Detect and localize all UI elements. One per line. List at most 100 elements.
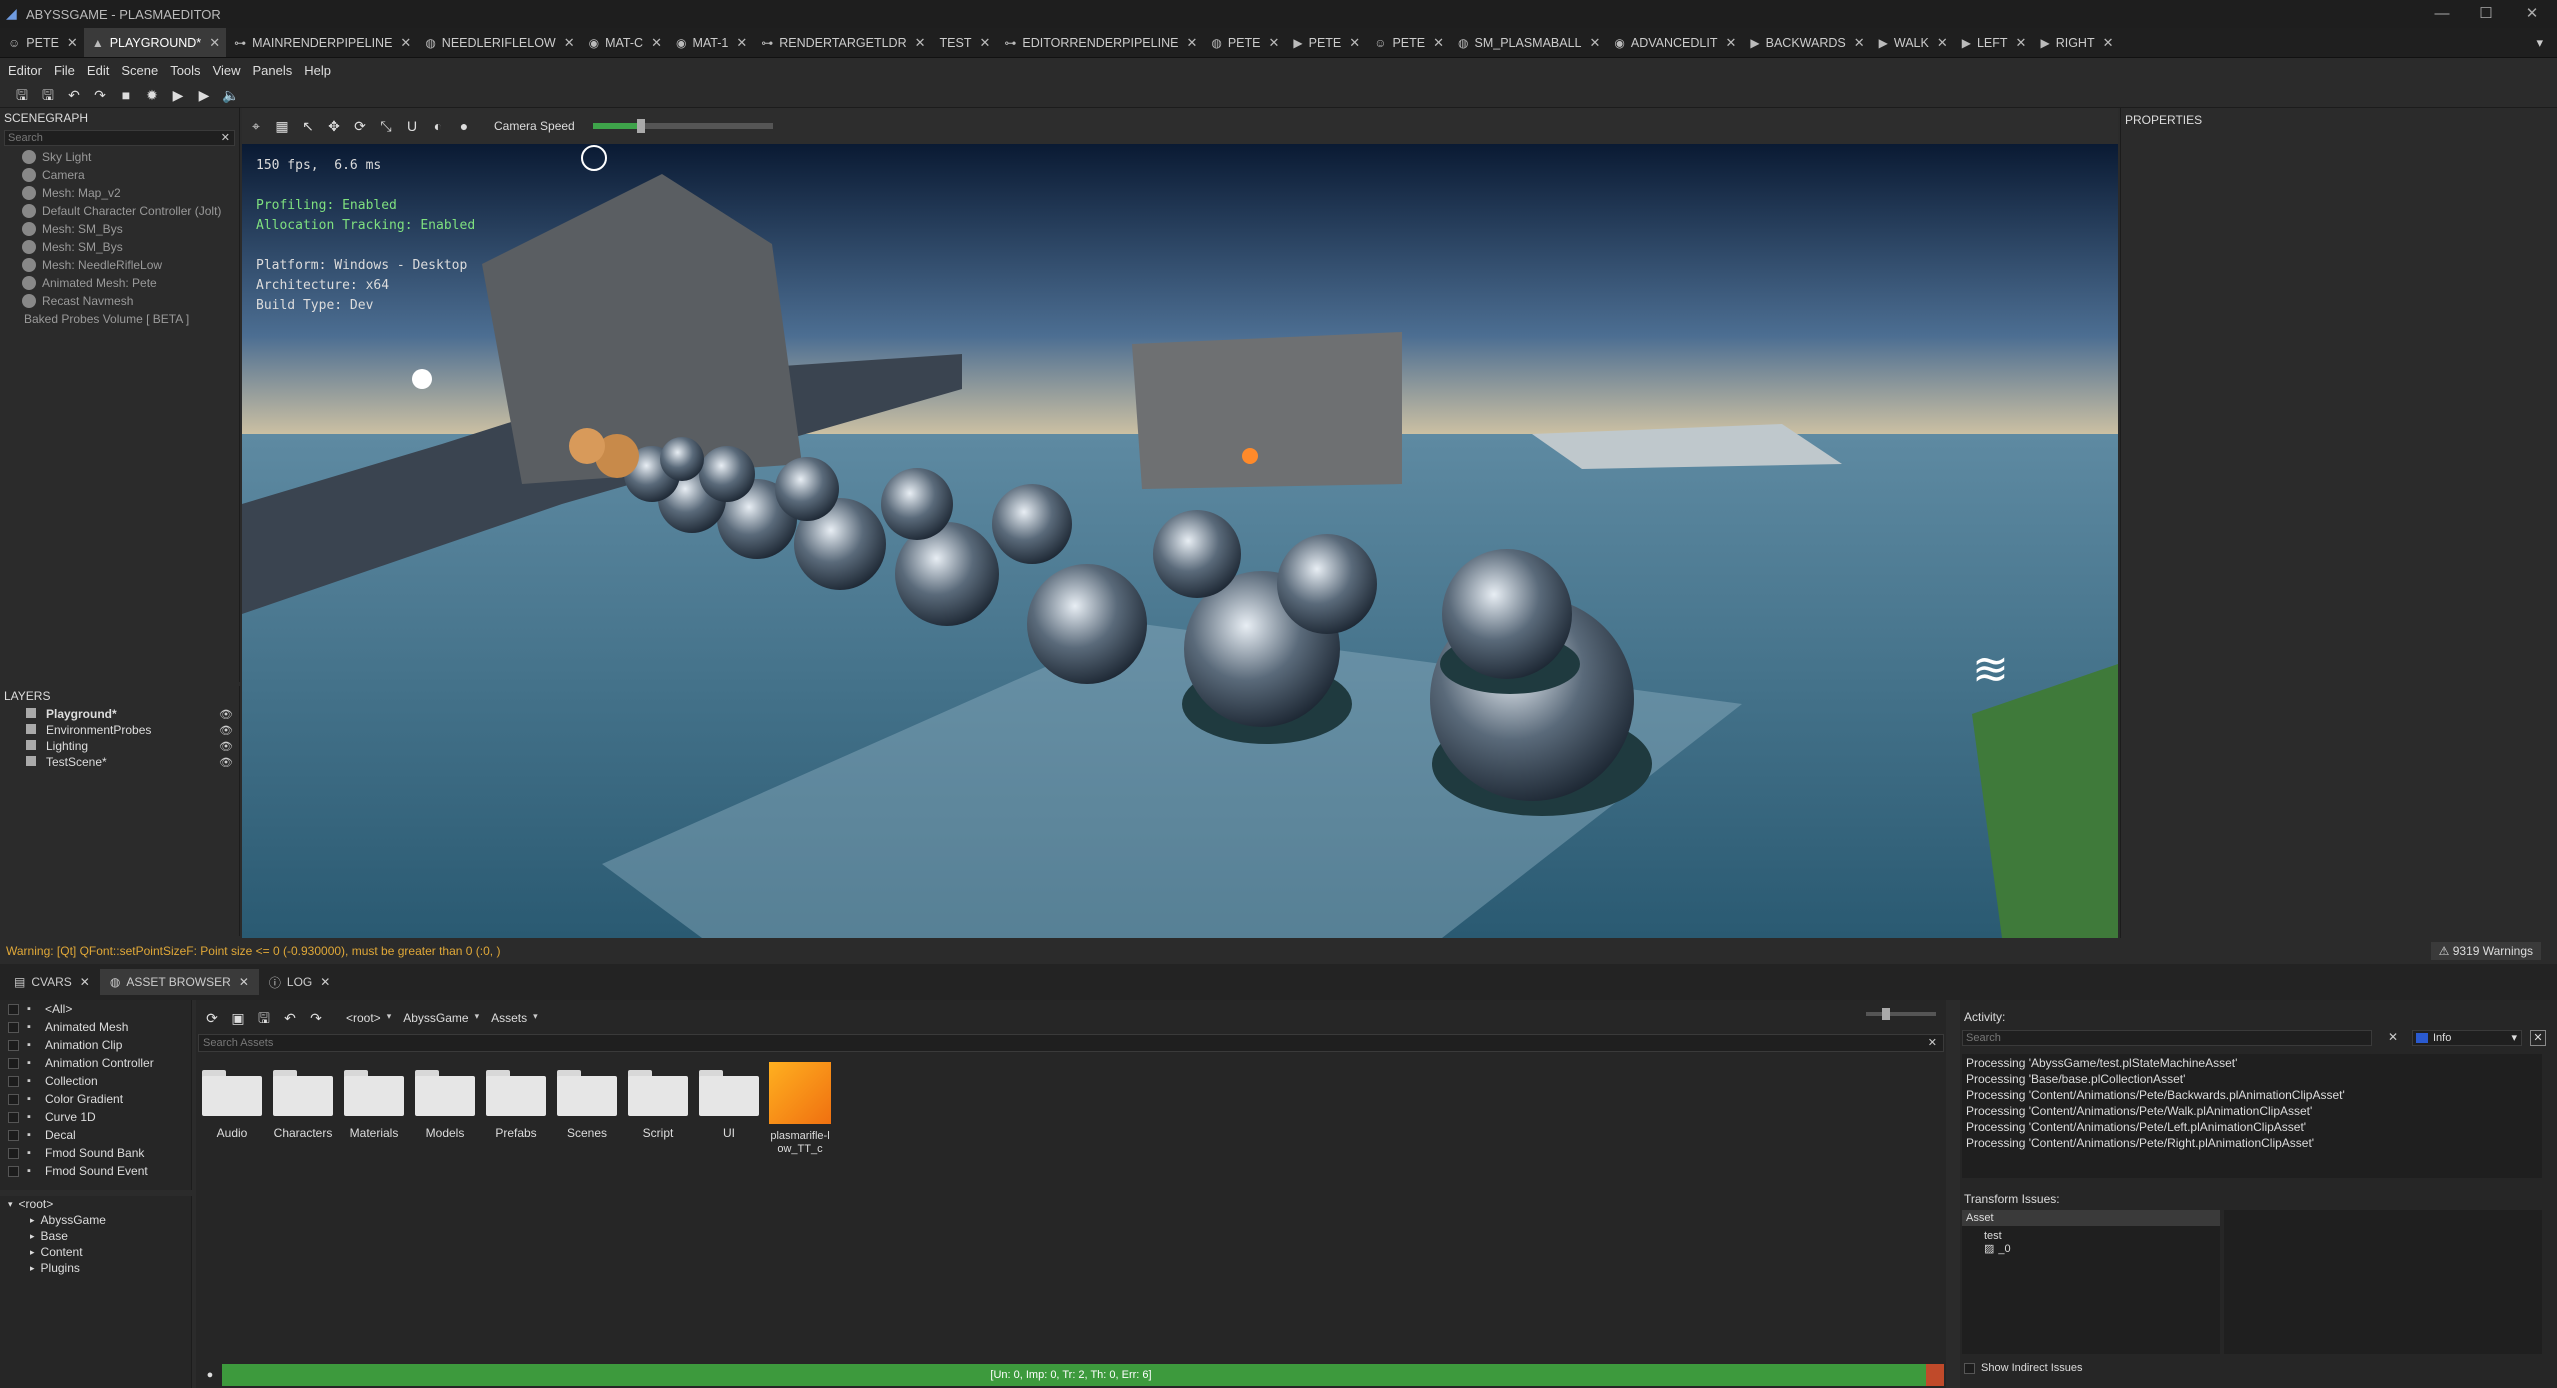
expand-icon[interactable]: ▸ <box>30 1231 35 1242</box>
visibility-icon[interactable]: 👁 <box>219 740 233 753</box>
menu-item[interactable]: Help <box>304 63 331 78</box>
doc-tab[interactable]: ◍ NEEDLERIFLELOW ✕ <box>417 28 580 57</box>
scenegraph-item[interactable]: Camera <box>0 166 239 184</box>
close-tab-icon[interactable]: ✕ <box>1937 35 1948 51</box>
issue-item[interactable]: test <box>1962 1230 2220 1242</box>
close-tab-icon[interactable]: ✕ <box>320 975 330 989</box>
close-tab-icon[interactable]: ✕ <box>736 35 747 51</box>
magnet-icon[interactable]: U <box>404 118 420 134</box>
scenegraph-search[interactable]: Search ✕ <box>4 130 235 146</box>
asset-type-item[interactable]: ▪ Animated Mesh <box>0 1018 191 1036</box>
refresh-icon[interactable]: ⟳ <box>204 1010 220 1026</box>
asset-type-item[interactable]: ▪ Animation Clip <box>0 1036 191 1054</box>
issue-subitem[interactable]: ▨ _0 <box>1962 1242 2220 1256</box>
doc-tab[interactable]: ◍ PETE ✕ <box>1203 28 1285 57</box>
type-checkbox[interactable] <box>8 1075 19 1087</box>
wind-gizmo-icon[interactable]: ≋ <box>1972 644 2009 695</box>
stop-icon[interactable]: ■ <box>118 87 134 103</box>
menu-item[interactable]: Panels <box>253 63 293 78</box>
close-tab-icon[interactable]: ✕ <box>2016 35 2027 51</box>
scenegraph-item[interactable]: Sky Light <box>0 148 239 166</box>
bottom-tab[interactable]: ⓘ LOG ✕ <box>259 969 340 995</box>
close-tab-icon[interactable]: ✕ <box>651 35 662 51</box>
chevron-down-icon[interactable]: ▾ <box>533 1011 538 1025</box>
visibility-icon[interactable]: 👁 <box>219 756 233 769</box>
asset-type-item[interactable]: ▪ Fmod Sound Bank <box>0 1144 191 1162</box>
type-checkbox[interactable] <box>8 1039 19 1051</box>
3d-viewport[interactable]: ≋ 150 fps, 6.6 ms Profiling: Enabled All… <box>242 144 2118 938</box>
expand-icon[interactable]: ▸ <box>30 1215 35 1226</box>
layer-item[interactable]: TestScene* 👁 <box>0 754 239 770</box>
tab-overflow-icon[interactable]: ▾ <box>2536 35 2543 51</box>
asset-type-item[interactable]: ▪ Curve 1D <box>0 1108 191 1126</box>
doc-tab[interactable]: TEST ✕ <box>932 28 997 57</box>
folder-item[interactable]: Scenes <box>555 1070 619 1140</box>
activity-search-input[interactable]: Search <box>1962 1030 2372 1046</box>
bottom-tab[interactable]: ◍ ASSET BROWSER ✕ <box>99 969 259 995</box>
expand-icon[interactable]: ▸ <box>30 1263 35 1274</box>
menu-item[interactable]: Tools <box>170 63 200 78</box>
clear-activity-search-icon[interactable]: ✕ <box>2388 1030 2398 1044</box>
shading-icon[interactable]: ● <box>456 118 472 134</box>
folder-tree-item[interactable]: ▸ Base <box>0 1228 191 1244</box>
asset-type-item[interactable]: ▪ Animation Controller <box>0 1054 191 1072</box>
folder-item[interactable]: Script <box>626 1070 690 1140</box>
doc-tab[interactable]: ▶ PETE ✕ <box>1285 28 1366 57</box>
folder-tree-item[interactable]: ▾ <root> <box>0 1196 191 1212</box>
doc-tab[interactable]: ⊶ MAINRENDERPIPELINE ✕ <box>226 28 417 57</box>
icon-size-thumb[interactable] <box>1882 1008 1890 1020</box>
doc-tab[interactable]: ▶ WALK ✕ <box>1871 28 1954 57</box>
asset-item[interactable]: plasmarifle-low_TT_c <box>768 1062 832 1156</box>
menu-item[interactable]: View <box>213 63 241 78</box>
type-checkbox[interactable] <box>8 1057 19 1069</box>
asset-type-item[interactable]: ▪ Fmod Sound Event <box>0 1162 191 1180</box>
folder-tree-item[interactable]: ▸ Content <box>0 1244 191 1260</box>
folder-tree-item[interactable]: ▸ Plugins <box>0 1260 191 1276</box>
scenegraph-item[interactable]: Baked Probes Volume [ BETA ] <box>0 310 239 328</box>
asset-type-item[interactable]: ▪ <All> <box>0 1000 191 1018</box>
close-tab-icon[interactable]: ✕ <box>1349 35 1360 51</box>
close-window-icon[interactable]: ✕ <box>2522 4 2542 24</box>
menu-item[interactable]: Edit <box>87 63 109 78</box>
play-step-icon[interactable]: ▶ <box>196 87 212 103</box>
folder-item[interactable]: Prefabs <box>484 1070 548 1140</box>
close-tab-icon[interactable]: ✕ <box>1268 35 1279 51</box>
scenegraph-item[interactable]: Animated Mesh: Pete <box>0 274 239 292</box>
menu-item[interactable]: Editor <box>8 63 42 78</box>
close-tab-icon[interactable]: ✕ <box>2103 35 2114 51</box>
folder-item[interactable]: Models <box>413 1070 477 1140</box>
breadcrumb-item[interactable]: AbyssGame <box>403 1011 468 1025</box>
menu-item[interactable]: File <box>54 63 75 78</box>
expand-icon[interactable]: ▸ <box>30 1247 35 1258</box>
save-all-icon[interactable]: 🖫 <box>40 87 56 103</box>
scenegraph-item[interactable]: Default Character Controller (Jolt) <box>0 202 239 220</box>
doc-tab[interactable]: ◉ MAT-1 ✕ <box>668 28 753 57</box>
show-indirect-toggle[interactable]: Show Indirect Issues <box>1964 1362 2083 1374</box>
close-tab-icon[interactable]: ✕ <box>1590 35 1601 51</box>
folder-item[interactable]: Materials <box>342 1070 406 1140</box>
type-checkbox[interactable] <box>8 1111 19 1123</box>
layer-item[interactable]: Lighting 👁 <box>0 738 239 754</box>
doc-tab[interactable]: ⊶ RENDERTARGETLDR ✕ <box>753 28 931 57</box>
type-checkbox[interactable] <box>8 1093 19 1105</box>
simulate-icon[interactable]: ✹ <box>144 87 160 103</box>
show-indirect-checkbox[interactable] <box>1964 1362 1975 1374</box>
breadcrumb-item[interactable]: Assets <box>491 1011 527 1025</box>
close-tab-icon[interactable]: ✕ <box>209 35 220 51</box>
select-icon[interactable]: ↖ <box>300 118 316 134</box>
camera-speed-slider[interactable] <box>592 119 773 133</box>
close-tab-icon[interactable]: ✕ <box>239 975 249 989</box>
scenegraph-item[interactable]: Mesh: NeedleRifleLow <box>0 256 239 274</box>
type-checkbox[interactable] <box>8 1147 19 1159</box>
close-tab-icon[interactable]: ✕ <box>1186 35 1197 51</box>
undo-asset-icon[interactable]: ↶ <box>282 1010 298 1026</box>
redo-icon[interactable]: ↷ <box>92 87 108 103</box>
clear-asset-search-icon[interactable]: ✕ <box>1928 1035 1937 1051</box>
transform-icon[interactable]: ▣ <box>230 1010 246 1026</box>
close-tab-icon[interactable]: ✕ <box>1433 35 1444 51</box>
chevron-down-icon[interactable]: ▾ <box>475 1011 480 1025</box>
folder-tree-item[interactable]: ▸ AbyssGame <box>0 1212 191 1228</box>
doc-tab[interactable]: ▲ PLAYGROUND* ✕ <box>83 28 227 57</box>
minimize-icon[interactable]: — <box>2432 4 2452 24</box>
close-tab-icon[interactable]: ✕ <box>979 35 990 51</box>
